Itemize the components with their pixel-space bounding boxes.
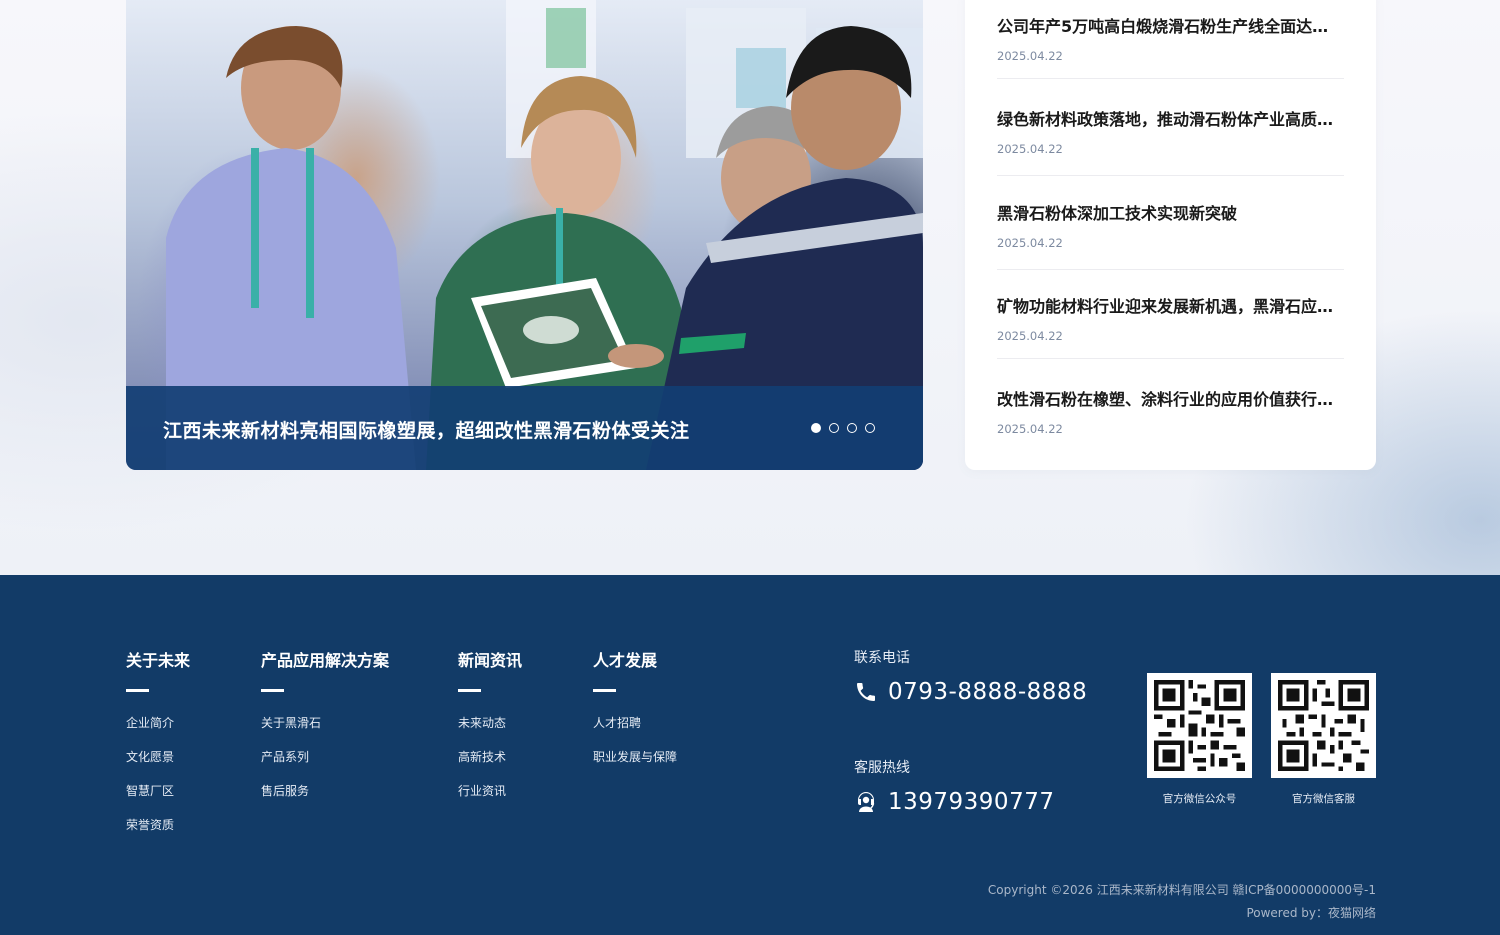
news-date: 2025.04.22 (997, 49, 1063, 63)
news-list-item[interactable]: 公司年产5万吨高白煅烧滑石粉生产线全面达产... 2025.04.22 (997, 13, 1344, 79)
phone-icon (857, 683, 875, 701)
site-footer: 关于未来 企业简介 文化愿景 智慧厂区 荣誉资质 产品应用解决方案 关于黑滑石 … (0, 575, 1500, 935)
heading-underline (458, 689, 481, 692)
news-title[interactable]: 矿物功能材料行业迎来发展新机遇，黑滑石应用... (997, 293, 1344, 317)
footer-nav-link[interactable]: 未来动态 (458, 716, 522, 750)
footer-nav-link[interactable]: 智慧厂区 (126, 784, 190, 818)
qr-code-image (1271, 673, 1376, 778)
qr-code-icon (1154, 680, 1245, 771)
footer-nav-link[interactable]: 售后服务 (261, 784, 389, 818)
news-list-item[interactable]: 矿物功能材料行业迎来发展新机遇，黑滑石应用... 2025.04.22 (997, 293, 1344, 359)
footer-nav-link[interactable]: 产品系列 (261, 750, 389, 784)
news-list-item[interactable]: 绿色新材料政策落地，推动滑石粉体产业高质量... 2025.04.22 (997, 106, 1344, 176)
footer-nav-heading[interactable]: 人才发展 (593, 647, 677, 671)
footer-nav-link[interactable]: 行业资讯 (458, 784, 522, 818)
footer-nav-news: 新闻资讯 未来动态 高新技术 行业资讯 (458, 647, 522, 818)
footer-nav-link[interactable]: 关于黑滑石 (261, 716, 389, 750)
banner-caption-bar: 江西未来新材料亮相国际橡塑展，超细改性黑滑石粉体受关注 (126, 386, 923, 470)
footer-nav-link[interactable]: 高新技术 (458, 750, 522, 784)
footer-nav-about: 关于未来 企业简介 文化愿景 智慧厂区 荣誉资质 (126, 647, 190, 852)
carousel-dot-3[interactable] (847, 423, 857, 433)
phone-label: 联系电话 (854, 650, 910, 666)
hotline-label: 客服热线 (854, 760, 910, 776)
phone-number[interactable]: 0793-8888-8888 (888, 679, 1087, 705)
news-title[interactable]: 绿色新材料政策落地，推动滑石粉体产业高质量... (997, 106, 1344, 130)
news-list-item[interactable]: 黑滑石粉体深加工技术实现新突破 2025.04.22 (997, 200, 1344, 270)
carousel-dot-2[interactable] (829, 423, 839, 433)
heading-underline (593, 689, 616, 692)
footer-nav-heading[interactable]: 产品应用解决方案 (261, 647, 389, 671)
news-title[interactable]: 改性滑石粉在橡塑、涂料行业的应用价值获行业... (997, 386, 1344, 410)
qr-caption: 官方微信客服 (1292, 793, 1355, 805)
headset-icon (858, 792, 875, 812)
hotline-number[interactable]: 13979390777 (888, 789, 1054, 815)
footer-nav-link[interactable]: 文化愿景 (126, 750, 190, 784)
footer-nav-heading[interactable]: 新闻资讯 (458, 647, 522, 671)
news-banner-carousel[interactable]: 江西未来新材料亮相国际橡塑展，超细改性黑滑石粉体受关注 (126, 0, 923, 470)
copyright-block: Copyright ©2026 江西未来新材料有限公司 赣ICP备0000000… (988, 879, 1376, 925)
qr-code-image (1147, 673, 1252, 778)
news-title[interactable]: 公司年产5万吨高白煅烧滑石粉生产线全面达产... (997, 13, 1344, 37)
copyright-text[interactable]: Copyright ©2026 江西未来新材料有限公司 赣ICP备0000000… (988, 879, 1376, 902)
news-list-item[interactable]: 改性滑石粉在橡塑、涂料行业的应用价值获行业... 2025.04.22 (997, 386, 1344, 446)
carousel-dot-1[interactable] (811, 423, 821, 433)
banner-caption[interactable]: 江西未来新材料亮相国际橡塑展，超细改性黑滑石粉体受关注 (163, 416, 690, 443)
footer-nav-link[interactable]: 人才招聘 (593, 716, 677, 750)
footer-nav-talent: 人才发展 人才招聘 职业发展与保障 (593, 647, 677, 784)
powered-by-text[interactable]: Powered by：夜猫网络 (988, 902, 1376, 925)
footer-nav-heading[interactable]: 关于未来 (126, 647, 190, 671)
footer-nav-link[interactable]: 企业简介 (126, 716, 190, 750)
news-date: 2025.04.22 (997, 422, 1063, 436)
carousel-dot-4[interactable] (865, 423, 875, 433)
news-date: 2025.04.22 (997, 329, 1063, 343)
news-date: 2025.04.22 (997, 236, 1063, 250)
carousel-pagination (811, 423, 875, 433)
heading-underline (261, 689, 284, 692)
phone-contact: 0793-8888-8888 (854, 679, 1087, 705)
footer-nav-products: 产品应用解决方案 关于黑滑石 产品系列 售后服务 (261, 647, 389, 818)
news-title[interactable]: 黑滑石粉体深加工技术实现新突破 (997, 200, 1344, 224)
news-section: 江西未来新材料亮相国际橡塑展，超细改性黑滑石粉体受关注 公司年产5万吨高白煅烧滑… (0, 0, 1500, 575)
heading-underline (126, 689, 149, 692)
qr-wechat-service: 官方微信客服 (1271, 673, 1376, 806)
news-date: 2025.04.22 (997, 142, 1063, 156)
news-list-panel: 公司年产5万吨高白煅烧滑石粉生产线全面达产... 2025.04.22 绿色新材… (965, 0, 1376, 470)
footer-nav-link[interactable]: 职业发展与保障 (593, 750, 677, 784)
qr-code-icon (1278, 680, 1369, 771)
qr-caption: 官方微信公众号 (1162, 793, 1237, 805)
hotline-contact: 13979390777 (854, 789, 1054, 815)
qr-wechat-official: 官方微信公众号 (1147, 673, 1252, 806)
footer-nav-link[interactable]: 荣誉资质 (126, 818, 190, 852)
